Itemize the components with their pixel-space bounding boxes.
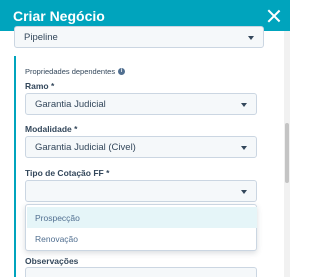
modalidade-label: Modalidade *: [25, 124, 78, 134]
dialog-title: Criar Negócio: [13, 7, 105, 24]
tipo-cotacao-label: Tipo de Cotação FF *: [25, 168, 110, 178]
tipo-cotacao-select[interactable]: [25, 180, 257, 202]
observacoes-input[interactable]: [25, 267, 257, 277]
chevron-down-icon: [241, 146, 247, 150]
chevron-down-icon: [241, 190, 247, 194]
pipeline-select-value: Pipeline: [24, 31, 58, 43]
dropdown-option-renovacao[interactable]: Renovação: [27, 228, 257, 249]
tipo-cotacao-dropdown-menu: Prospecção Renovação: [25, 204, 257, 251]
modalidade-select-value: Garantia Judicial (Civel): [35, 141, 136, 153]
close-icon[interactable]: [267, 9, 281, 23]
dependent-properties-label: Propriedades dependentes: [25, 67, 116, 76]
chevron-down-icon: [241, 103, 247, 107]
scrollbar-thumb[interactable]: [285, 123, 289, 183]
scrollbar[interactable]: [284, 31, 290, 277]
chevron-down-icon: [248, 36, 254, 40]
ramo-select-value: Garantia Judicial: [35, 98, 106, 110]
dropdown-option-prospeccao[interactable]: Prospecção: [27, 207, 257, 228]
ramo-label: Ramo *: [25, 81, 55, 91]
ramo-select[interactable]: Garantia Judicial: [25, 93, 257, 115]
modalidade-select[interactable]: Garantia Judicial (Civel): [25, 136, 257, 158]
dependent-properties-title: Propriedades dependentes i: [25, 67, 126, 76]
pipeline-select[interactable]: Pipeline: [14, 26, 264, 48]
info-icon[interactable]: i: [118, 68, 126, 75]
observacoes-label: Observações: [25, 256, 79, 266]
